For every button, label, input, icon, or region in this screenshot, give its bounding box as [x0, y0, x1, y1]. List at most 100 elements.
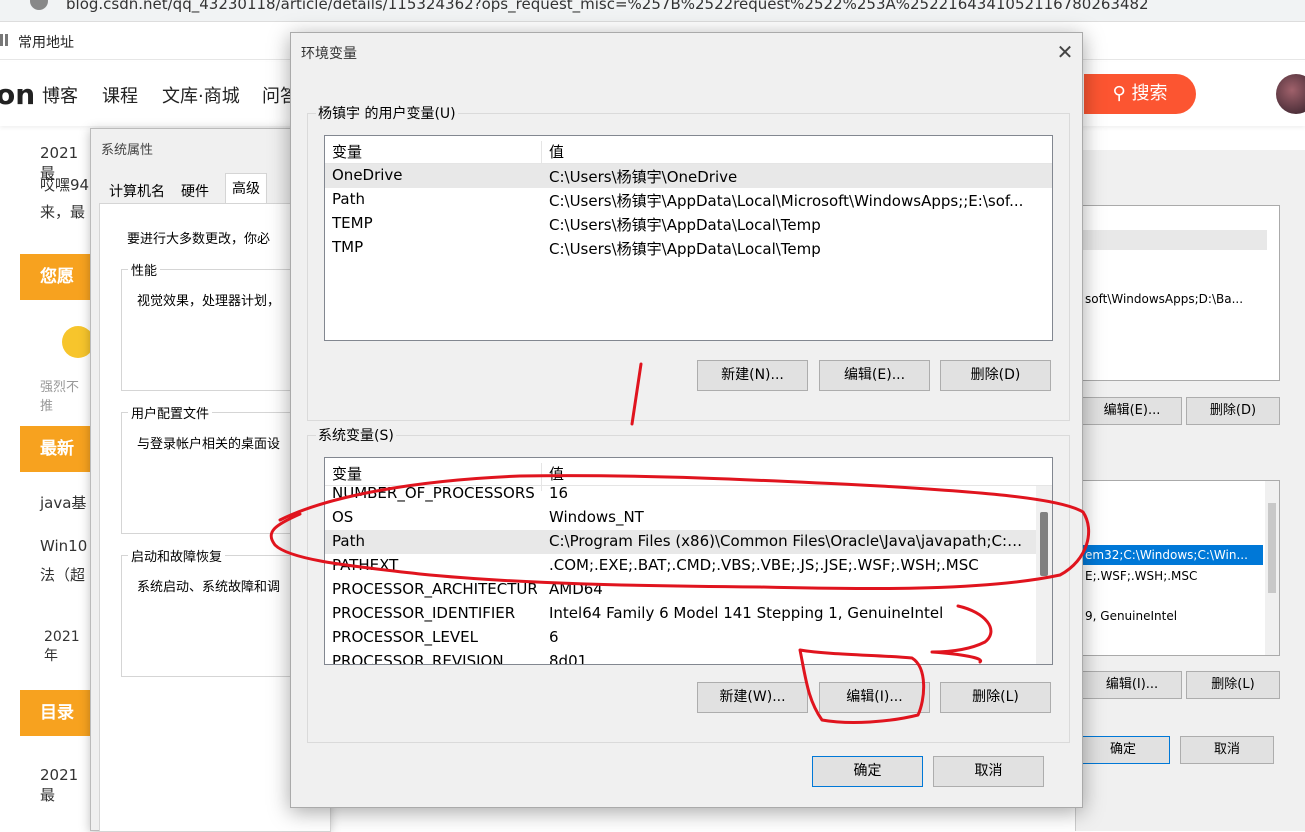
bg-edit-button-2[interactable]: 编辑(I)...	[1082, 671, 1182, 699]
table-row[interactable]: NUMBER_OF_PROCESSORS 16	[325, 486, 1037, 506]
bg-scrollbar[interactable]	[1265, 481, 1279, 655]
snippet[interactable]: 2021最	[40, 766, 90, 805]
search-button-label: 搜索	[1131, 83, 1168, 104]
var-name: PROCESSOR_IDENTIFIER	[332, 604, 516, 622]
col-val-header[interactable]: 值	[549, 463, 564, 484]
bg-pathext-fragment: E;.WSF;.WSH;.MSC	[1085, 569, 1198, 583]
system-variables-list[interactable]: 变量 值 NUMBER_OF_PROCESSORS 16 OS Windows_…	[324, 457, 1053, 665]
background-env-dialog: soft\WindowsApps;D:\Ba... 编辑(E)... 删除(D)…	[1075, 150, 1305, 831]
var-value: 6	[549, 628, 559, 646]
bg-delete-button[interactable]: 删除(D)	[1186, 397, 1280, 425]
close-icon[interactable]: ✕	[1051, 39, 1079, 67]
user-new-button[interactable]: 新建(N)...	[697, 360, 808, 391]
search-button[interactable]: ⚲ 搜索	[1084, 74, 1196, 114]
table-row[interactable]: Path C:\Program Files (x86)\Common Files…	[325, 530, 1037, 554]
url-text: blog.csdn.net/qq_43230118/article/detail…	[66, 0, 1149, 13]
nav-library[interactable]: 文库·商城	[162, 82, 240, 108]
section-header: 目录	[20, 690, 90, 736]
var-value: C:\Users\杨镇宇\AppData\Local\Microsoft\Win…	[549, 192, 1024, 210]
snippet[interactable]: 法（超	[40, 564, 85, 585]
table-row[interactable]: PROCESSOR_ARCHITECTURE AMD64	[325, 578, 1037, 602]
table-row[interactable]: PROCESSOR_REVISION 8d01	[325, 650, 1037, 665]
var-value: Windows_NT	[549, 508, 644, 526]
article-sidebar: 2021最 哎嘿94 来，最 您愿意 强烈不推 最新文 java基 Win10 …	[20, 126, 94, 831]
bg-user-list: soft\WindowsApps;D:\Ba...	[1082, 205, 1280, 381]
scrollbar-thumb[interactable]	[1040, 512, 1048, 576]
col-var-header[interactable]: 变量	[332, 463, 362, 484]
nav-courses[interactable]: 课程	[102, 82, 138, 108]
var-value: C:\Program Files (x86)\Common Files\Orac…	[549, 532, 1027, 550]
search-icon: ⚲	[1112, 83, 1126, 104]
nav-blog[interactable]: 博客	[42, 82, 78, 108]
user-variables-list[interactable]: 变量 值 OneDrive C:\Users\杨镇宇\OneDrive Path…	[324, 135, 1053, 341]
snippet: 哎嘿94	[40, 176, 90, 194]
var-name: NUMBER_OF_PROCESSORS	[332, 486, 535, 502]
var-name: OS	[332, 508, 354, 526]
col-var-header[interactable]: 变量	[332, 141, 362, 162]
table-row[interactable]: TMP C:\Users\杨镇宇\AppData\Local\Temp	[325, 236, 1052, 260]
dialog-title: 系统属性	[101, 143, 154, 158]
group-title: 性能	[128, 260, 161, 279]
group-title: 用户配置文件	[128, 403, 213, 422]
snippet: 2021年	[44, 629, 80, 664]
table-row[interactable]: PATHEXT .COM;.EXE;.BAT;.CMD;.VBS;.VBE;.J…	[325, 554, 1037, 578]
user-delete-button[interactable]: 删除(D)	[940, 360, 1051, 391]
group-text: 系统启动、系统故障和调	[137, 580, 281, 595]
snippet: 来，最	[40, 203, 86, 221]
bg-proc-fragment: 9, GenuineIntel	[1085, 609, 1178, 623]
system-new-button[interactable]: 新建(W)...	[697, 682, 808, 713]
var-name: PROCESSOR_REVISION	[332, 652, 504, 665]
table-row[interactable]: OneDrive C:\Users\杨镇宇\OneDrive	[325, 164, 1052, 188]
list-header: 变量 值	[325, 458, 1052, 491]
bg-selected-path: em32;C:\Windows;C:\Win...	[1083, 545, 1263, 565]
var-value: 8d01	[549, 652, 588, 665]
snippet[interactable]: java基	[40, 492, 86, 513]
bg-delete-button-2[interactable]: 删除(L)	[1186, 671, 1280, 699]
tab-advanced[interactable]: 高级	[225, 173, 267, 203]
table-row[interactable]: PROCESSOR_LEVEL 6	[325, 626, 1037, 650]
col-val-header[interactable]: 值	[549, 141, 564, 162]
var-name: TMP	[332, 238, 364, 256]
system-variables-title: 系统变量(S)	[316, 425, 396, 445]
site-logo[interactable]: on	[0, 78, 35, 111]
group-title: 启动和故障恢复	[128, 546, 226, 565]
var-value: 16	[549, 486, 569, 502]
bg-ok-button[interactable]: 确定	[1076, 736, 1170, 764]
tab-computer-name[interactable]: 计算机名	[103, 177, 171, 205]
list-header: 变量 值	[325, 136, 1052, 169]
bg-edit-button[interactable]: 编辑(E)...	[1082, 397, 1182, 425]
user-edit-button[interactable]: 编辑(E)...	[819, 360, 930, 391]
tab-hardware[interactable]: 硬件	[175, 177, 215, 205]
site-info-icon[interactable]	[30, 0, 48, 10]
bg-cancel-button[interactable]: 取消	[1180, 736, 1274, 764]
bookmark-common-links[interactable]: 常用地址	[18, 32, 74, 52]
table-row[interactable]: Path C:\Users\杨镇宇\AppData\Local\Microsof…	[325, 188, 1052, 212]
section-header: 最新文	[20, 426, 90, 505]
apps-grid-icon[interactable]	[0, 34, 10, 46]
var-value: AMD64	[549, 580, 603, 598]
var-name: TEMP	[332, 214, 373, 232]
system-edit-button[interactable]: 编辑(I)...	[819, 682, 930, 713]
snippet[interactable]: Win10	[40, 537, 87, 555]
group-text: 与登录帐户相关的桌面设	[137, 437, 281, 452]
group-text: 视觉效果，处理器计划，	[137, 294, 281, 309]
table-row[interactable]: PROCESSOR_IDENTIFIER Intel64 Family 6 Mo…	[325, 602, 1037, 626]
table-row[interactable]: TEMP C:\Users\杨镇宇\AppData\Local\Temp	[325, 212, 1052, 236]
var-name: PROCESSOR_LEVEL	[332, 628, 478, 646]
vertical-scrollbar[interactable]	[1036, 486, 1052, 664]
ok-button[interactable]: 确定	[812, 756, 923, 787]
bg-path-fragment: soft\WindowsApps;D:\Ba...	[1085, 292, 1244, 306]
environment-variables-dialog: 环境变量 ✕ 杨镇宇 的用户变量(U) 变量 值 OneDrive C:\Use…	[290, 32, 1083, 808]
address-bar[interactable]: blog.csdn.net/qq_43230118/article/detail…	[0, 0, 1305, 22]
system-delete-button[interactable]: 删除(L)	[940, 682, 1051, 713]
var-value: Intel64 Family 6 Model 141 Stepping 1, G…	[549, 604, 944, 622]
var-name: PROCESSOR_ARCHITECTURE	[332, 580, 537, 598]
var-value: C:\Users\杨镇宇\AppData\Local\Temp	[549, 216, 821, 234]
section-header: 您愿意	[20, 254, 90, 333]
rating-label: 强烈不推	[40, 380, 80, 414]
table-row[interactable]: OS Windows_NT	[325, 506, 1037, 530]
var-name: PATHEXT	[332, 556, 399, 574]
intro-text: 要进行大多数更改，你必	[127, 232, 271, 247]
var-name: OneDrive	[332, 166, 403, 184]
cancel-button[interactable]: 取消	[933, 756, 1044, 787]
